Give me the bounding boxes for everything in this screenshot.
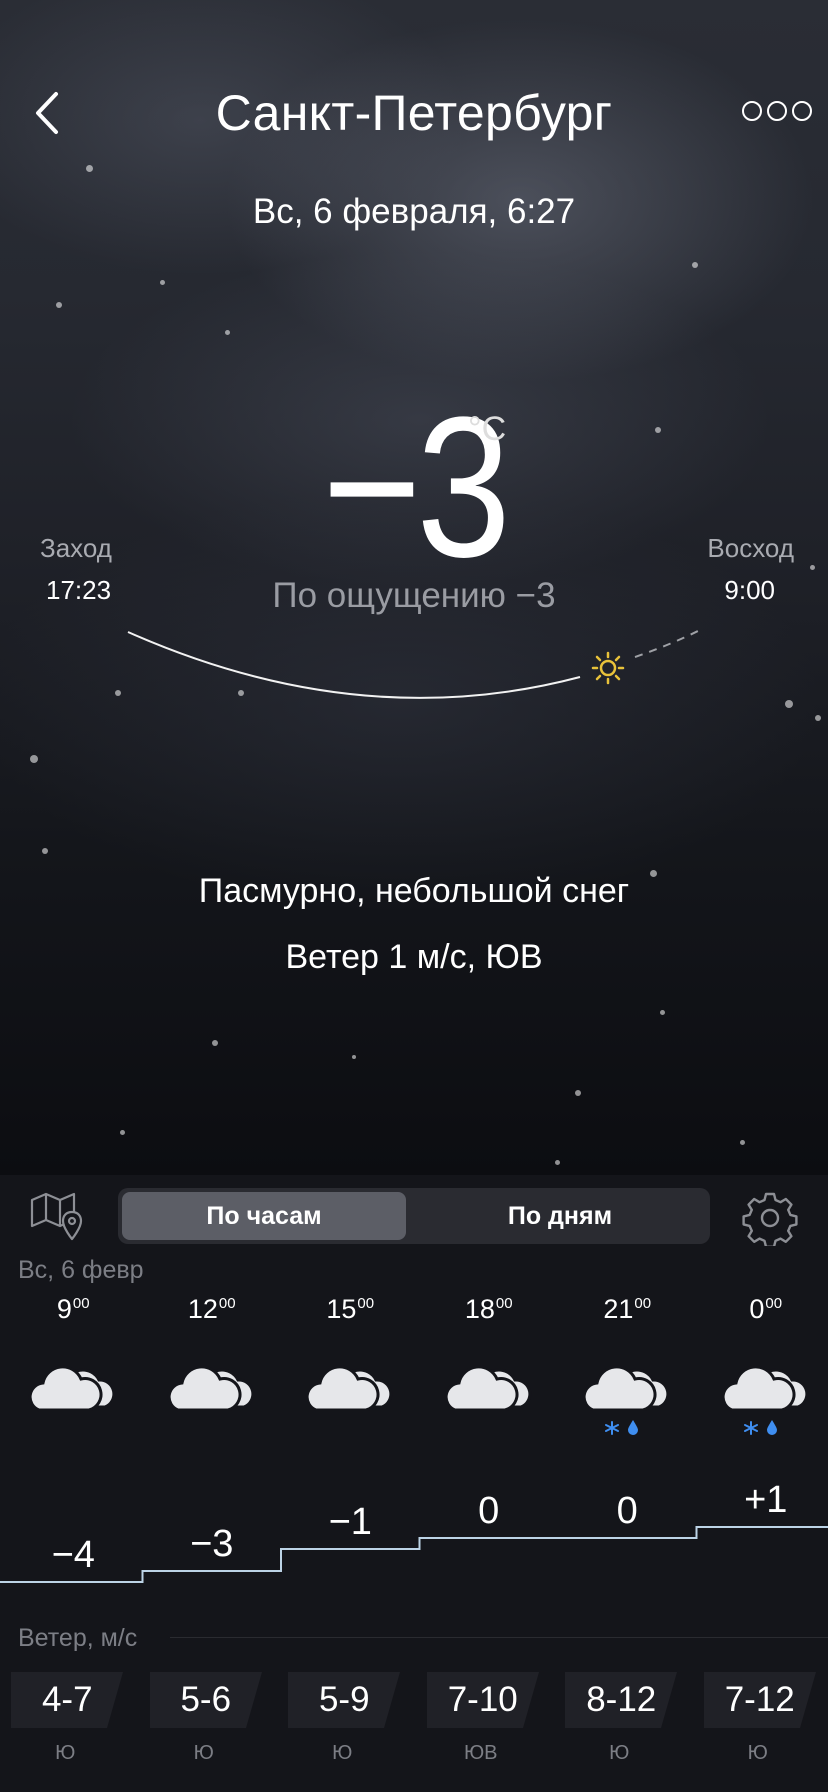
hour-value: 0: [749, 1294, 765, 1324]
wind-speed-tile: 4-7: [11, 1672, 124, 1728]
cloudy-icon: [160, 1336, 260, 1436]
wind-speed-tile: 7-12: [703, 1672, 816, 1728]
more-dot-icon: [742, 101, 762, 121]
cloudy-snow-rain-icon: [575, 1336, 675, 1436]
hour-value: 18: [464, 1294, 495, 1324]
hour-temperature: −1: [328, 1501, 372, 1543]
temperature-unit: °C: [468, 410, 507, 448]
hour-label: 900: [13, 1294, 133, 1325]
sunrise-label: Восход: [707, 533, 794, 563]
forecast-day-label: Вс, 6 февр: [18, 1256, 144, 1284]
snowflake: [56, 302, 62, 308]
hour-minutes: 00: [357, 1295, 375, 1312]
snowflake: [86, 165, 93, 172]
snowflake: [42, 848, 48, 854]
divider: [170, 1637, 828, 1638]
wind-speed: 8-12: [586, 1680, 657, 1719]
hour-value: 12: [187, 1294, 218, 1324]
wind-speed-tile: 5-6: [149, 1672, 262, 1728]
hour-minutes: 00: [495, 1295, 513, 1312]
snowflake: [30, 755, 38, 763]
hour-minutes: 00: [765, 1295, 783, 1312]
hour-temperature: +1: [744, 1479, 788, 1521]
wind-speed-tile: 7-10: [426, 1672, 539, 1728]
sunset-label: Заход: [40, 533, 112, 563]
hour-label: 2100: [567, 1294, 687, 1325]
tab-by-hours[interactable]: По часам: [122, 1192, 406, 1240]
cloudy-icon: [21, 1336, 121, 1436]
wind-direction: Ю: [747, 1742, 768, 1764]
snowflake: [212, 1040, 218, 1046]
cloudy-snow-rain-icon: [714, 1336, 814, 1436]
hour-minutes: 00: [634, 1295, 652, 1312]
cloudy-icon: [298, 1336, 398, 1436]
wind-speed: 7-12: [724, 1680, 795, 1719]
snowflake: [160, 280, 165, 285]
snowflake: [740, 1140, 745, 1145]
snowflake: [692, 262, 698, 268]
snowflake: [352, 1055, 356, 1059]
current-datetime: Вс, 6 февраля, 6:27: [252, 192, 576, 231]
hour-label: 1800: [429, 1294, 549, 1325]
wind-direction: Ю: [609, 1742, 630, 1764]
wind-speed: 5-6: [180, 1680, 232, 1719]
wind-direction: Ю: [193, 1742, 214, 1764]
wind-section-title: Ветер, м/с: [18, 1624, 138, 1652]
more-dot-icon: [792, 101, 812, 121]
condition-text: Пасмурно, небольшой снег: [198, 872, 630, 910]
hour-minutes: 00: [218, 1295, 236, 1312]
hour-value: 15: [326, 1294, 357, 1324]
hour-label: 000: [706, 1294, 826, 1325]
wind-speed: 7-10: [447, 1680, 518, 1719]
snowflake: [120, 1130, 125, 1135]
hour-temperature: −3: [190, 1523, 234, 1565]
more-button[interactable]: [742, 96, 812, 126]
city-title: Санкт-Петербург: [215, 85, 613, 141]
wind-speed: 4-7: [41, 1680, 93, 1719]
view-toggle: По часам По дням: [118, 1188, 710, 1244]
hour-temperature: 0: [478, 1490, 500, 1532]
hour-temperature: 0: [616, 1490, 638, 1532]
wind-direction: ЮВ: [463, 1742, 498, 1764]
wind-direction: Ю: [332, 1742, 353, 1764]
cloudy-icon: [437, 1336, 537, 1436]
snowflake: [660, 1010, 665, 1015]
hour-temperature: −4: [51, 1534, 95, 1576]
hour-label: 1500: [290, 1294, 410, 1325]
snowflake: [555, 1160, 560, 1165]
snowflake: [225, 330, 230, 335]
sun-icon: [591, 651, 625, 685]
wind-direction: Ю: [55, 1742, 76, 1764]
tab-by-days[interactable]: По дням: [414, 1192, 706, 1240]
current-wind: Ветер 1 м/с, ЮВ: [285, 938, 543, 976]
current-temperature: −3: [322, 376, 511, 599]
wind-speed: 5-9: [318, 1680, 370, 1719]
hour-value: 9: [56, 1294, 72, 1324]
wind-speed-tile: 8-12: [565, 1672, 678, 1728]
wind-speed-tile: 5-9: [288, 1672, 401, 1728]
hour-label: 1200: [152, 1294, 272, 1325]
more-dot-icon: [767, 101, 787, 121]
hour-minutes: 00: [72, 1295, 90, 1312]
hour-value: 21: [603, 1294, 634, 1324]
snowflake: [575, 1090, 581, 1096]
map-icon[interactable]: [28, 1190, 86, 1244]
gear-icon[interactable]: [742, 1190, 798, 1246]
sun-arc: [127, 629, 701, 699]
